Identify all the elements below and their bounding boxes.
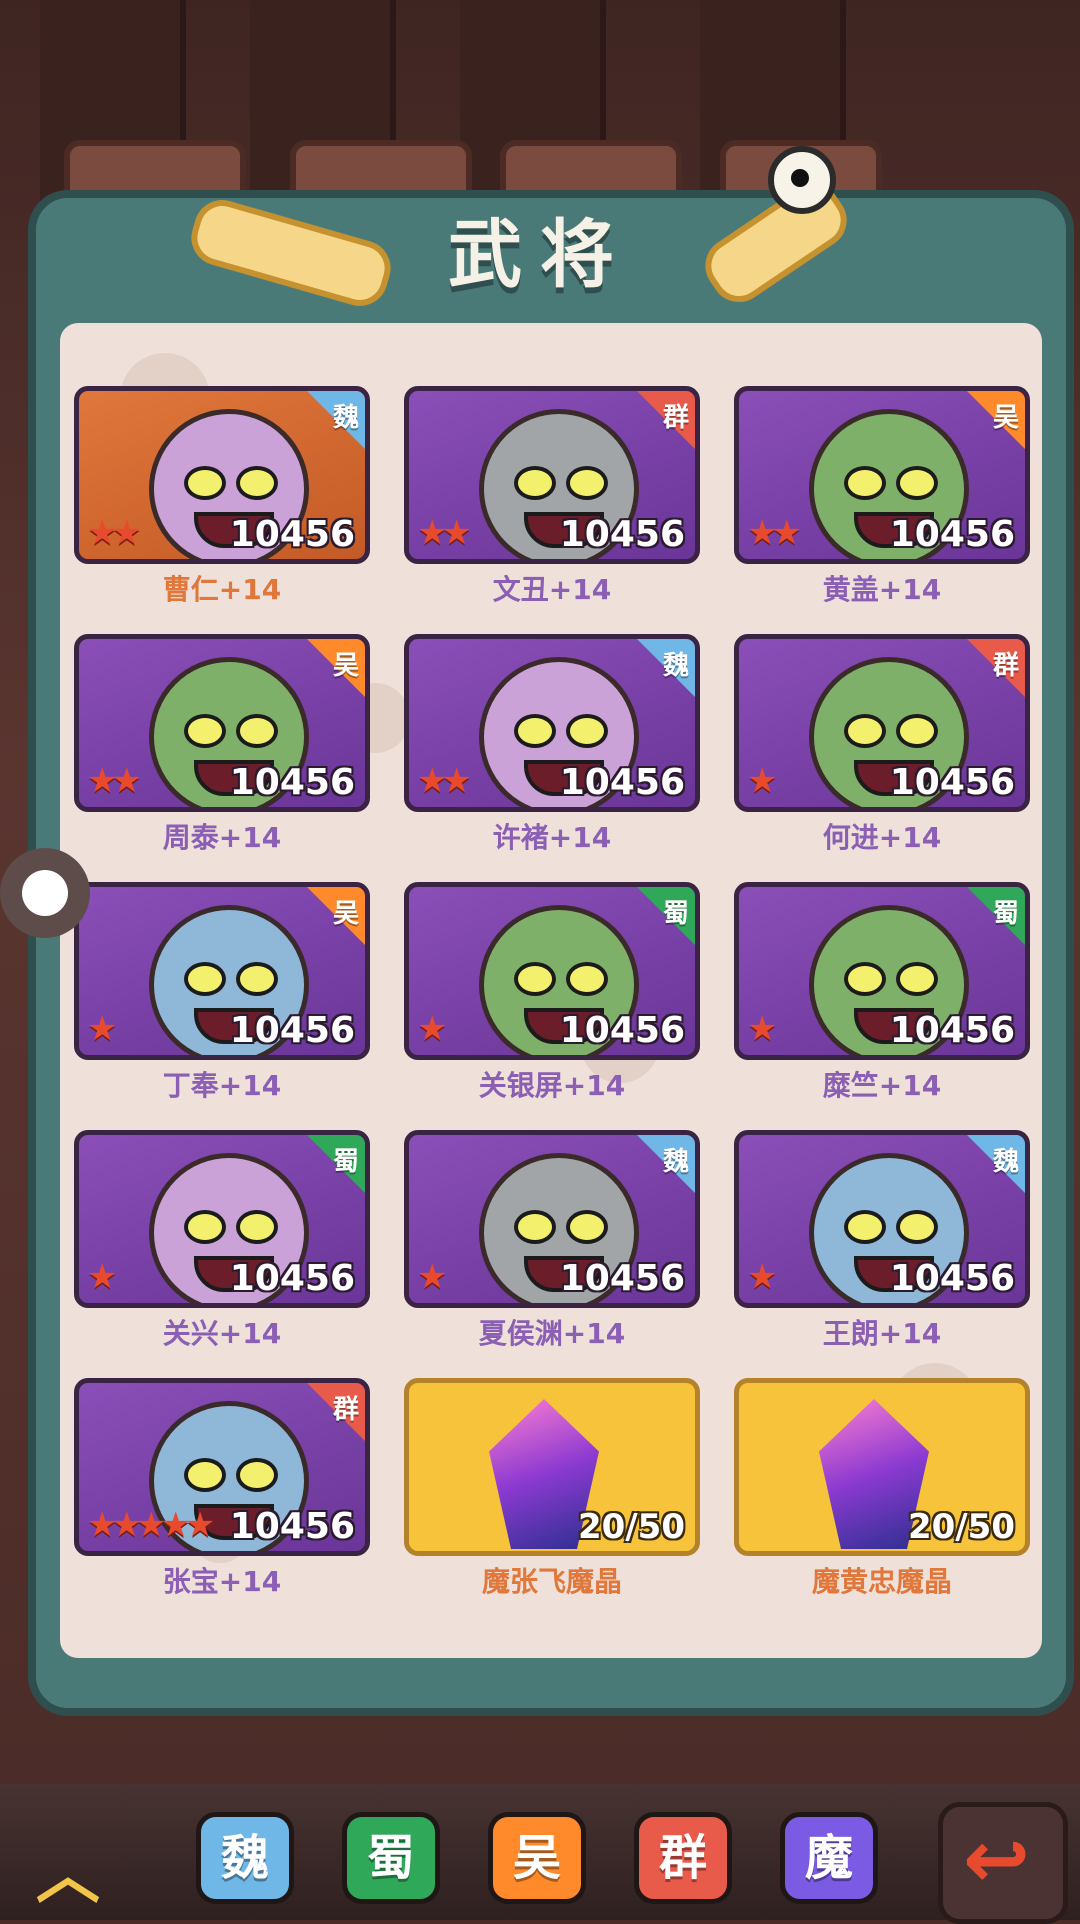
card-frame: 蜀 ★ 10456 [734, 882, 1030, 1060]
star-rating: ★ [747, 1257, 778, 1297]
hero-name: 丁奉+14 [162, 1069, 282, 1102]
star-rating: ★ [87, 1257, 118, 1297]
hero-name: 张宝+14 [162, 1565, 282, 1598]
hero-name: 曹仁+14 [162, 573, 282, 606]
card-frame: 群 ★ 10456 [734, 634, 1030, 812]
faction-badge: 群 [662, 403, 689, 433]
card-frame: 吴 ★ 10456 [74, 882, 370, 1060]
card-frame: 魏 ★★ 10456 [74, 386, 370, 564]
hero-card[interactable]: 魏 ★★ 10456 曹仁+14 [74, 386, 370, 606]
card-frame: 20/50 [734, 1378, 1030, 1556]
faction-badge: 吴 [992, 403, 1019, 433]
hero-card[interactable]: 吴 ★ 10456 丁奉+14 [74, 882, 370, 1102]
hero-card[interactable]: 群 ★ 10456 何进+14 [734, 634, 1030, 854]
faction-filter-shu[interactable]: 蜀 [342, 1812, 440, 1904]
star-rating: ★★★★★ [87, 1505, 215, 1545]
power-value: 10456 [889, 1258, 1015, 1299]
fragment-count: 20/50 [577, 1507, 685, 1547]
card-frame: 吴 ★★ 10456 [74, 634, 370, 812]
hero-card[interactable]: 魏 ★★ 10456 许褚+14 [404, 634, 700, 854]
star-rating: ★ [417, 1009, 448, 1049]
faction-badge: 魏 [662, 651, 689, 681]
faction-badge: 魏 [332, 403, 359, 433]
card-frame: 吴 ★★ 10456 [734, 386, 1030, 564]
faction-badge: 蜀 [332, 1147, 359, 1177]
faction-badge: 蜀 [992, 899, 1019, 929]
power-value: 10456 [889, 1010, 1015, 1051]
hero-name: 王朗+14 [822, 1317, 942, 1350]
hero-card[interactable]: 群 ★★ 10456 文丑+14 [404, 386, 700, 606]
faction-badge: 群 [332, 1395, 359, 1425]
hero-name: 关兴+14 [162, 1317, 282, 1350]
star-rating: ★ [87, 1009, 118, 1049]
hero-card[interactable]: 吴 ★★ 10456 周泰+14 [74, 634, 370, 854]
power-value: 10456 [559, 1258, 685, 1299]
faction-badge: 魏 [662, 1147, 689, 1177]
star-rating: ★ [747, 1009, 778, 1049]
power-value: 10456 [559, 514, 685, 555]
faction-badge: 吴 [332, 899, 359, 929]
star-rating: ★★ [87, 761, 142, 801]
hero-card[interactable]: 吴 ★★ 10456 黄盖+14 [734, 386, 1030, 606]
hero-card[interactable]: 蜀 ★ 10456 糜竺+14 [734, 882, 1030, 1102]
hero-name: 魔张飞魔晶 [481, 1565, 622, 1598]
power-value: 10456 [229, 1010, 355, 1051]
power-value: 10456 [559, 762, 685, 803]
hero-name: 周泰+14 [162, 821, 282, 854]
hero-card[interactable]: 蜀 ★ 10456 关银屏+14 [404, 882, 700, 1102]
faction-badge: 吴 [332, 651, 359, 681]
star-rating: ★ [417, 1257, 448, 1297]
hero-card[interactable]: 群 ★★★★★ 10456 张宝+14 [74, 1378, 370, 1598]
card-frame: 魏 ★ 10456 [734, 1130, 1030, 1308]
hero-name: 何进+14 [822, 821, 942, 854]
power-value: 10456 [229, 1506, 355, 1547]
power-value: 10456 [229, 762, 355, 803]
hero-name: 关银屏+14 [478, 1069, 626, 1102]
card-frame: 蜀 ★ 10456 [74, 1130, 370, 1308]
power-value: 10456 [559, 1010, 685, 1051]
power-value: 10456 [229, 514, 355, 555]
star-rating: ★★ [747, 513, 802, 553]
star-rating: ★ [747, 761, 778, 801]
star-rating: ★★ [417, 513, 472, 553]
page-title: 武将 [448, 212, 632, 298]
hero-card[interactable]: 蜀 ★ 10456 关兴+14 [74, 1130, 370, 1350]
card-frame: 魏 ★★ 10456 [404, 634, 700, 812]
floating-dot-icon[interactable] [0, 848, 90, 938]
hero-name: 夏侯渊+14 [478, 1317, 626, 1350]
hero-name: 许褚+14 [492, 821, 612, 854]
power-value: 10456 [889, 762, 1015, 803]
title-bar: 武将 [0, 146, 1080, 313]
crystal-card[interactable]: 20/50 魔黄忠魔晶 [734, 1378, 1030, 1598]
card-frame: 魏 ★ 10456 [404, 1130, 700, 1308]
chevron-up-icon[interactable]: ︿ [36, 1824, 116, 1913]
hero-name: 黄盖+14 [822, 573, 942, 606]
star-rating: ★★ [417, 761, 472, 801]
card-frame: 群 ★★ 10456 [404, 386, 700, 564]
bottom-bar: ︿ 魏蜀吴群魔 ↩ [0, 1784, 1080, 1924]
faction-filter-wu[interactable]: 吴 [488, 1812, 586, 1904]
faction-filter-wei[interactable]: 魏 [196, 1812, 294, 1904]
card-frame: 20/50 [404, 1378, 700, 1556]
hero-name: 文丑+14 [492, 573, 612, 606]
hero-card[interactable]: 魏 ★ 10456 王朗+14 [734, 1130, 1030, 1350]
faction-badge: 群 [992, 651, 1019, 681]
power-value: 10456 [889, 514, 1015, 555]
back-button[interactable]: ↩ [938, 1802, 1068, 1924]
power-value: 10456 [229, 1258, 355, 1299]
faction-filter-qun[interactable]: 群 [634, 1812, 732, 1904]
fragment-count: 20/50 [907, 1507, 1015, 1547]
faction-badge: 蜀 [662, 899, 689, 929]
card-frame: 群 ★★★★★ 10456 [74, 1378, 370, 1556]
hero-name: 糜竺+14 [822, 1069, 942, 1102]
hero-card[interactable]: 魏 ★ 10456 夏侯渊+14 [404, 1130, 700, 1350]
hero-name: 魔黄忠魔晶 [811, 1565, 952, 1598]
faction-badge: 魏 [992, 1147, 1019, 1177]
faction-filter-mo[interactable]: 魔 [780, 1812, 878, 1904]
crystal-card[interactable]: 20/50 魔张飞魔晶 [404, 1378, 700, 1598]
star-rating: ★★ [87, 513, 142, 553]
card-frame: 蜀 ★ 10456 [404, 882, 700, 1060]
return-arrow-icon: ↩ [963, 1813, 1031, 1906]
worm-eye-icon [768, 146, 836, 214]
